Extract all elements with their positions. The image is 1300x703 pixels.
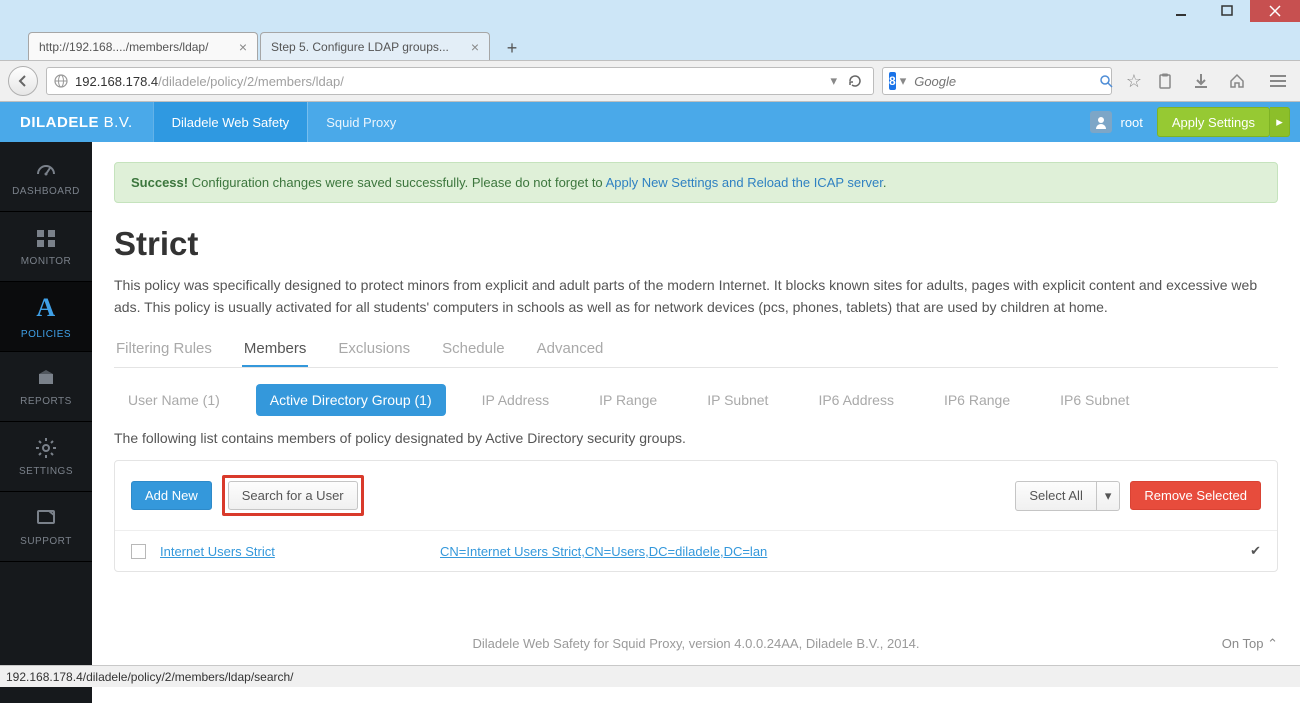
pill-ad-group[interactable]: Active Directory Group (1) [256,384,446,416]
user-chip[interactable]: root [1076,111,1156,133]
browser-tab[interactable]: Step 5. Configure LDAP groups... × [260,32,490,60]
tab-title: Step 5. Configure LDAP groups... [271,40,449,54]
menu-icon[interactable] [1264,75,1292,87]
browser-tab-active[interactable]: http://192.168..../members/ldap/ × [28,32,258,60]
success-alert: Success! Configuration changes were save… [114,162,1278,203]
minimize-button[interactable] [1158,0,1204,22]
pill-ip-range[interactable]: IP Range [585,384,671,416]
url-text: 192.168.178.4/diladele/policy/2/members/… [75,74,824,89]
add-new-button[interactable]: Add New [131,481,212,510]
pill-ip6-subnet[interactable]: IP6 Subnet [1046,384,1143,416]
pill-ip-subnet[interactable]: IP Subnet [693,384,782,416]
search-input[interactable] [908,74,1098,89]
panel-toolbar: Add New Search for a User Select All ▾ R… [115,461,1277,530]
url-dropdown-icon[interactable]: ▾ [824,73,843,89]
tab-close-icon[interactable]: × [229,39,247,55]
check-icon: ✔ [1250,543,1261,559]
user-name: root [1120,115,1142,130]
dashboard-icon [34,156,58,180]
tab-close-icon[interactable]: × [461,39,479,55]
select-all-button[interactable]: Select All [1015,481,1096,511]
tab-title: http://192.168..../members/ldap/ [39,40,208,54]
pill-ip-address[interactable]: IP Address [468,384,563,416]
tab-schedule[interactable]: Schedule [440,332,507,367]
search-icon[interactable] [1098,73,1114,89]
page-footer: Diladele Web Safety for Squid Proxy, ver… [92,622,1300,665]
sidebar-item-monitor[interactable]: MONITOR [0,212,92,282]
pill-ip6-range[interactable]: IP6 Range [930,384,1024,416]
select-all-caret[interactable]: ▾ [1097,481,1121,511]
policies-icon: A [36,293,55,323]
brand[interactable]: DILADELE B.V. [0,114,153,131]
topnav-item-websafety[interactable]: Diladele Web Safety [153,102,308,142]
pill-user-name[interactable]: User Name (1) [114,384,234,416]
topnav-item-squidproxy[interactable]: Squid Proxy [307,102,414,142]
status-bar: 192.168.178.4/diladele/policy/2/members/… [0,665,1300,687]
clipboard-icon[interactable] [1156,72,1184,90]
table-row: Internet Users Strict CN=Internet Users … [115,530,1277,571]
search-engine-icon: 8 [889,72,896,90]
avatar-icon [1090,111,1112,133]
window-titlebar [0,0,1300,30]
close-button[interactable] [1250,0,1300,22]
page-description: This policy was specifically designed to… [114,275,1278,318]
primary-tabs: Filtering Rules Members Exclusions Sched… [114,332,1278,368]
sidebar-item-settings[interactable]: SETTINGS [0,422,92,492]
remove-selected-button[interactable]: Remove Selected [1130,481,1261,510]
browser-tabstrip: http://192.168..../members/ldap/ × Step … [0,28,1300,60]
secondary-tabs: User Name (1) Active Directory Group (1)… [114,384,1278,416]
on-top-link[interactable]: On Top ⌃ [1222,636,1278,652]
tab-advanced[interactable]: Advanced [535,332,606,367]
reports-icon [34,366,58,390]
content: Success! Configuration changes were save… [92,142,1300,703]
tab-exclusions[interactable]: Exclusions [336,332,412,367]
sidebar: DASHBOARD MONITOR A POLICIES REPORTS SET… [0,142,92,703]
row-checkbox[interactable] [131,544,146,559]
back-button[interactable] [8,66,38,96]
sidebar-item-policies[interactable]: A POLICIES [0,282,92,352]
sidebar-item-reports[interactable]: REPORTS [0,352,92,422]
tab-filtering-rules[interactable]: Filtering Rules [114,332,214,367]
apply-settings-button[interactable]: Apply Settings [1157,107,1270,137]
gear-icon [34,436,58,460]
search-bar[interactable]: 8 ▾ [882,67,1112,95]
download-icon[interactable] [1192,72,1220,90]
app-topnav: DILADELE B.V. Diladele Web Safety Squid … [0,102,1300,142]
sub-description: The following list contains members of p… [114,430,1278,446]
row-name-link[interactable]: Internet Users Strict [160,544,440,559]
search-user-button[interactable]: Search for a User [228,481,358,510]
monitor-icon [34,226,58,250]
members-panel: Add New Search for a User Select All ▾ R… [114,460,1278,572]
tab-members[interactable]: Members [242,332,309,367]
browser-toolbar: 192.168.178.4/diladele/policy/2/members/… [0,60,1300,102]
home-icon[interactable] [1228,72,1256,90]
url-bar[interactable]: 192.168.178.4/diladele/policy/2/members/… [46,67,874,95]
alert-link[interactable]: Apply New Settings and Reload the ICAP s… [606,175,883,190]
select-all-group: Select All ▾ [1015,481,1120,511]
sidebar-item-support[interactable]: SUPPORT [0,492,92,562]
page-title: Strict [114,225,1278,263]
reload-icon[interactable] [843,73,867,89]
row-dn-link[interactable]: CN=Internet Users Strict,CN=Users,DC=dil… [440,544,1250,559]
pill-ip6-address[interactable]: IP6 Address [804,384,908,416]
bookmark-icon[interactable]: ☆ [1120,71,1148,92]
sidebar-item-dashboard[interactable]: DASHBOARD [0,142,92,212]
highlight-annotation: Search for a User [222,475,364,516]
support-icon [34,506,58,530]
new-tab-button[interactable]: + [498,36,526,60]
globe-icon [53,73,69,89]
search-dropdown-icon[interactable]: ▾ [896,73,909,89]
apply-settings-caret[interactable]: ▸ [1270,107,1290,137]
maximize-button[interactable] [1204,0,1250,22]
